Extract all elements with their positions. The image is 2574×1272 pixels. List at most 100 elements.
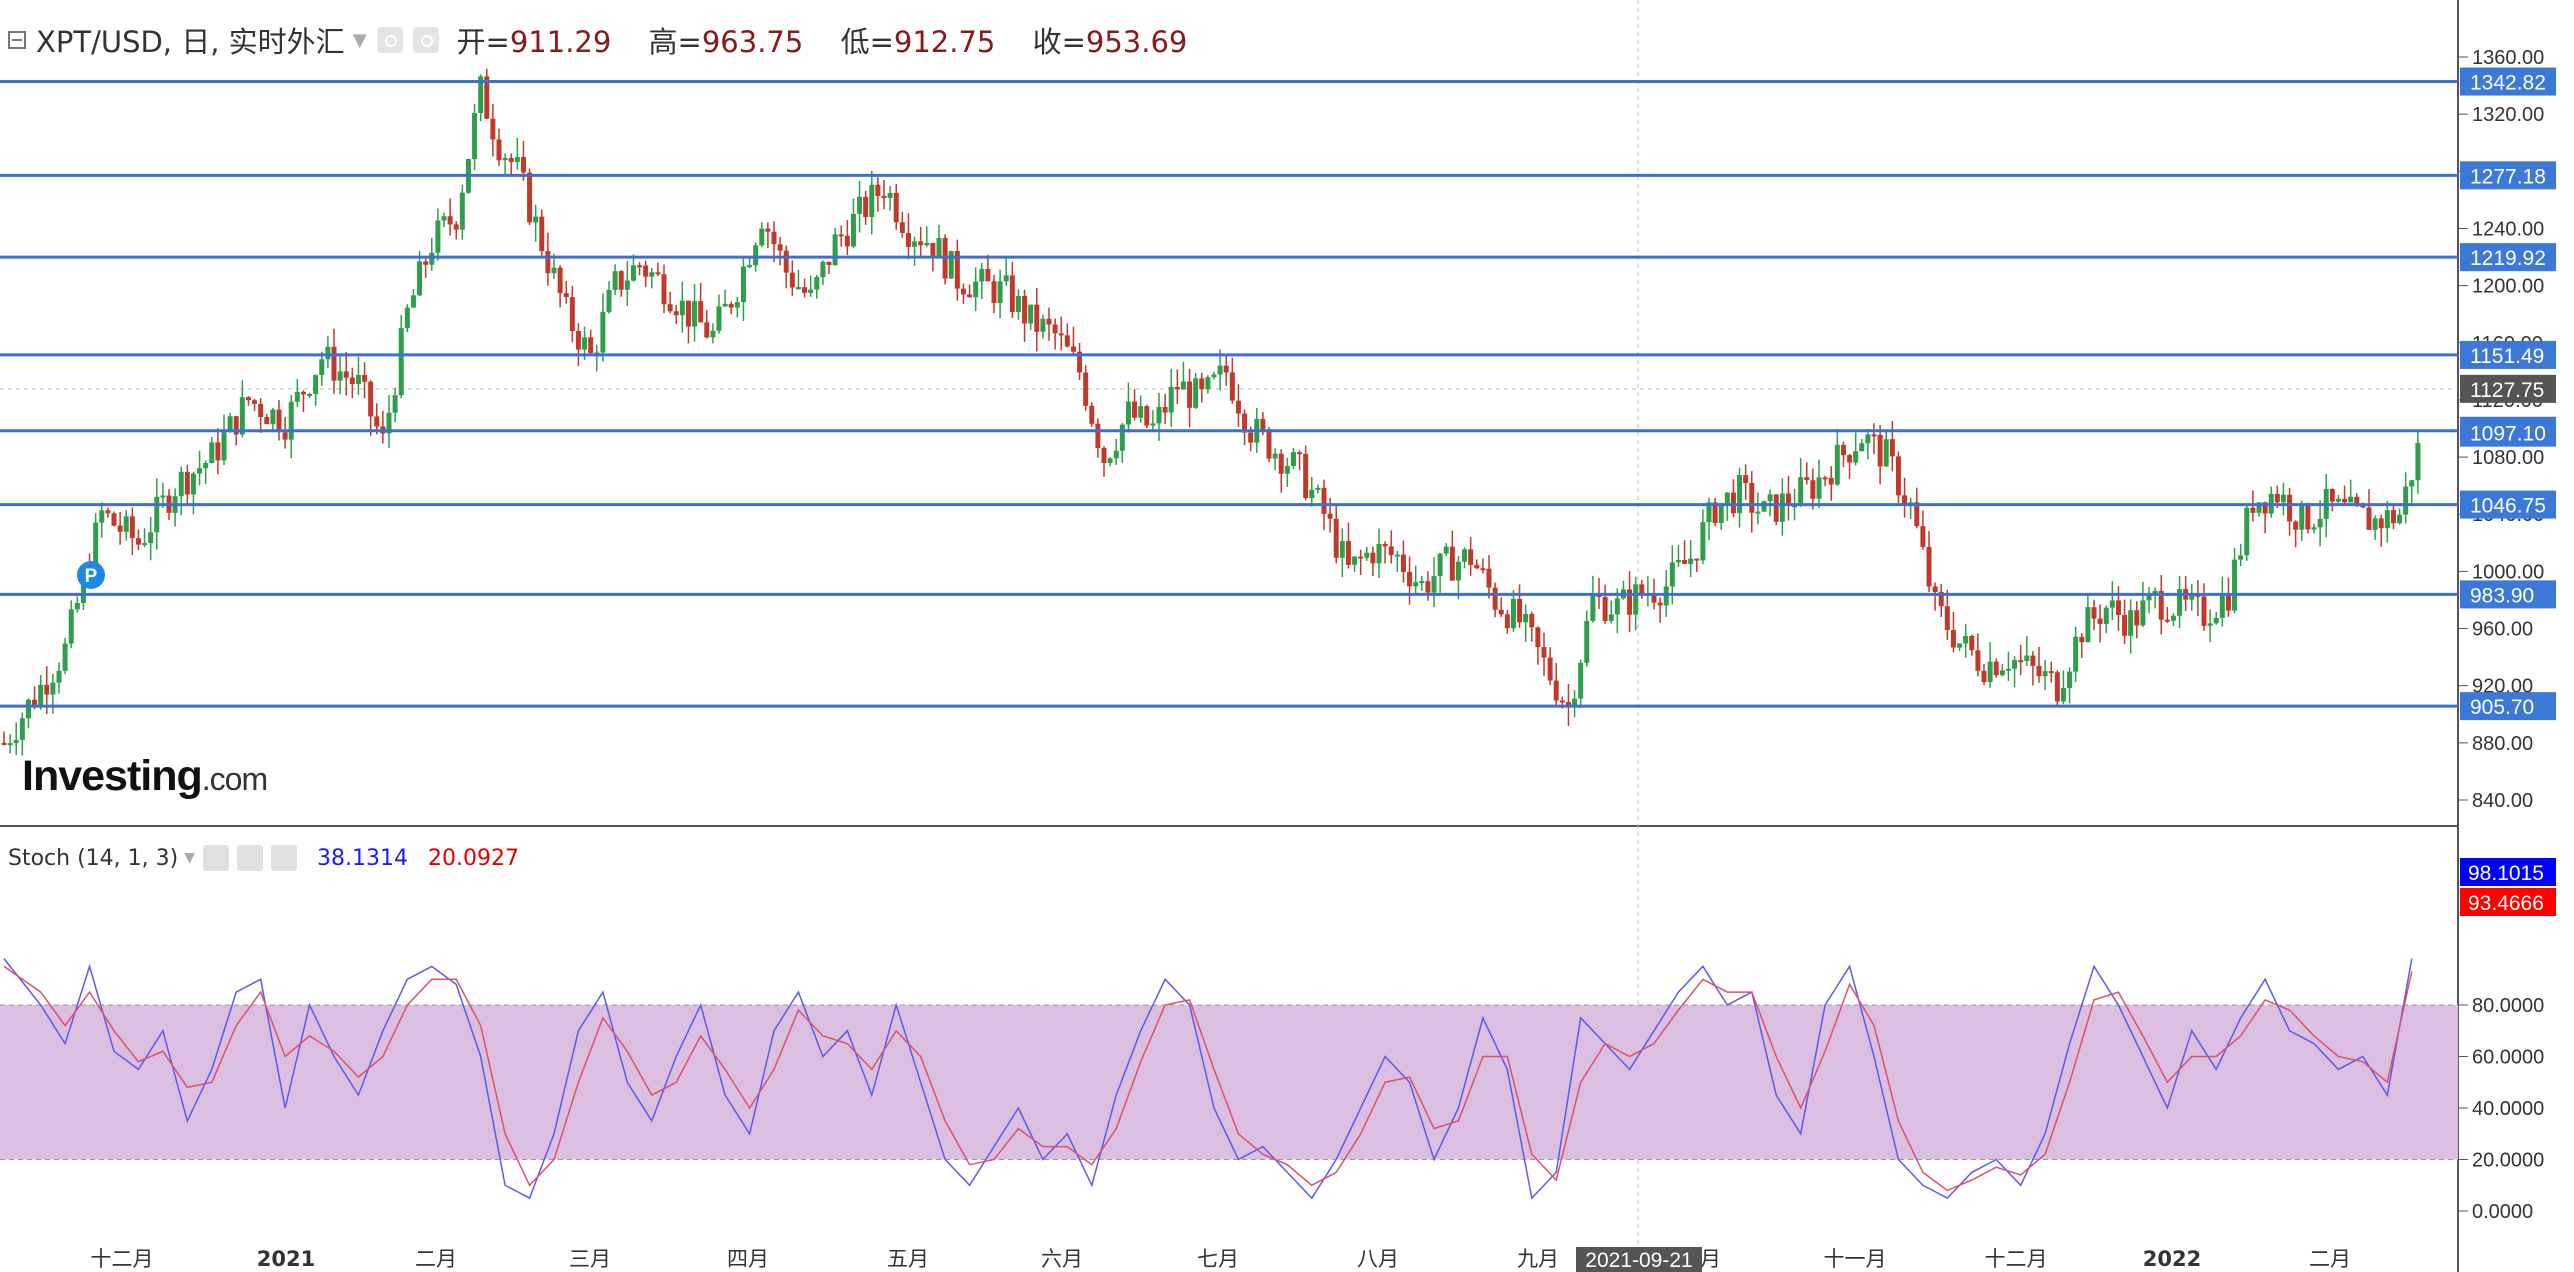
candle-down: [1969, 635, 1975, 651]
gear-icon[interactable]: [237, 845, 263, 871]
candle-up: [203, 462, 209, 469]
stoch-label[interactable]: Stoch (14, 1, 3): [8, 846, 178, 871]
candle-up: [1028, 304, 1034, 324]
candle-down: [1553, 680, 1559, 701]
candle-down: [496, 139, 502, 161]
price-tick-label: 960.00: [2472, 619, 2533, 641]
candle-down: [2366, 507, 2372, 530]
stoch-badge-label: 93.4666: [2468, 892, 2544, 915]
candle-up: [239, 397, 245, 435]
candle-up: [25, 699, 31, 719]
candle-down: [557, 267, 563, 294]
candle-up: [514, 156, 520, 163]
chart-canvas[interactable]: 840.00880.00920.00960.001000.001040.0010…: [0, 0, 2574, 1272]
candle-down: [661, 274, 667, 305]
candle-down: [1388, 546, 1394, 556]
candle-up: [50, 682, 56, 695]
candle-up: [2317, 518, 2323, 528]
candle-down: [1058, 333, 1064, 336]
candle-up: [38, 684, 44, 707]
close-label: 收=: [1032, 25, 1086, 59]
symbol-title[interactable]: XPT/USD, 日, 实时外汇: [36, 19, 345, 61]
chevron-down-icon[interactable]: ▼: [353, 30, 367, 51]
candle-up: [7, 743, 13, 746]
high-value: 963.75: [701, 25, 804, 59]
candle-down: [1492, 587, 1498, 610]
close-icon[interactable]: [271, 845, 297, 871]
candle-down: [1730, 492, 1736, 514]
candle-up: [2409, 480, 2415, 487]
price-tick-label: 880.00: [2472, 733, 2533, 755]
x-axis-label: 十一月: [1824, 1247, 1887, 1271]
candle-down: [282, 432, 288, 440]
candle-up: [948, 251, 954, 279]
candle-up: [692, 301, 698, 327]
candle-down: [569, 297, 575, 332]
x-axis-label: 五月: [887, 1247, 929, 1271]
candle-up: [1761, 501, 1767, 512]
candle-up: [1040, 318, 1046, 332]
candle-up: [154, 496, 160, 533]
candle-up: [997, 281, 1003, 303]
candle-down: [1810, 480, 1816, 499]
candle-down: [1541, 647, 1547, 658]
candle-down: [1468, 549, 1474, 565]
candle-up: [1364, 552, 1370, 558]
candle-up: [2280, 494, 2286, 503]
candle-up: [472, 113, 478, 160]
candle-down: [1682, 559, 1688, 564]
low-label: 低=: [840, 25, 894, 59]
candle-down: [789, 272, 795, 288]
candle-up: [1675, 559, 1681, 563]
candle-up: [716, 306, 722, 331]
candle-down: [1064, 335, 1070, 347]
candle-up: [1352, 556, 1358, 565]
candle-down: [1822, 477, 1828, 480]
candle-down: [1, 742, 7, 745]
candle-up: [68, 609, 74, 644]
candle-down: [1504, 614, 1510, 629]
candle-down: [863, 196, 869, 218]
candle-down: [1535, 627, 1541, 648]
candle-down: [844, 235, 850, 247]
candle-down: [2018, 660, 2024, 663]
candle-up: [1437, 553, 1443, 577]
candle-up: [1737, 475, 1743, 514]
candle-up: [1779, 493, 1785, 522]
candle-down: [1162, 407, 1168, 413]
candle-up: [869, 184, 875, 218]
level-label: 1046.75: [2470, 495, 2546, 518]
chevron-down-icon[interactable]: ▼: [184, 850, 195, 866]
candle-up: [2219, 594, 2225, 618]
candle-down: [2164, 619, 2170, 622]
candle-down: [135, 538, 141, 545]
candle-down: [453, 224, 459, 230]
gear-icon[interactable]: [412, 27, 439, 53]
candle-down: [771, 231, 777, 245]
candle-down: [374, 416, 380, 427]
candle-up: [221, 432, 227, 461]
candle-up: [1443, 546, 1449, 554]
candle-up: [1688, 558, 1694, 564]
candle-up: [502, 158, 508, 161]
candle-down: [2201, 596, 2207, 626]
candle-down: [1382, 543, 1388, 547]
visibility-icon[interactable]: [203, 845, 229, 871]
candle-up: [2232, 559, 2238, 611]
stoch-header: Stoch (14, 1, 3) ▼ 38.1314 20.0927: [8, 840, 519, 876]
candle-down: [1266, 429, 1272, 459]
candle-down: [881, 195, 887, 198]
candle-down: [252, 400, 258, 404]
candle-down: [368, 381, 374, 417]
candle-up: [1999, 670, 2005, 676]
candle-down: [673, 311, 679, 316]
candle-up: [795, 287, 801, 290]
level-label: 1342.82: [2470, 72, 2546, 95]
visibility-icon[interactable]: [376, 27, 403, 53]
close-value: 953.69: [1085, 25, 1188, 59]
candle-up: [2067, 671, 2073, 689]
candle-up: [190, 473, 196, 495]
collapse-icon[interactable]: [8, 31, 26, 49]
x-axis-label: 十二月: [1985, 1247, 2048, 1271]
candle-up: [1125, 401, 1131, 425]
